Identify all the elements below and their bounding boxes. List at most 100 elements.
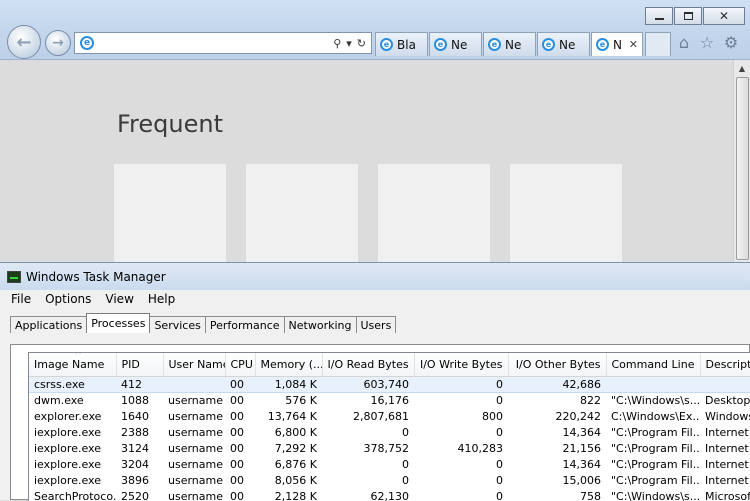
tools-button[interactable]: ⚙ [721,32,741,52]
table-row[interactable]: iexplore.exe 3896 username 00 8,056 K 0 … [29,472,750,488]
browser-tab[interactable]: e Bla [375,32,428,56]
processes-panel: Image Name PID User Name CPU Memory (...… [10,344,750,501]
cell-command-line: "C:\Program Fil... [611,457,700,471]
browser-tab[interactable]: e Ne [483,32,536,56]
column-header-user-name[interactable]: User Name [163,353,226,377]
menu-options[interactable]: Options [38,292,98,306]
scroll-up-icon[interactable]: ▲ [734,60,750,76]
browser-tab-active[interactable]: e N ✕ [591,32,643,56]
column-header-pid[interactable]: PID [116,353,164,377]
ie-logo-icon: e [80,36,94,50]
column-header-cpu[interactable]: CPU [225,353,256,377]
table-row[interactable]: iexplore.exe 3124 username 00 7,292 K 37… [29,440,750,456]
menu-view[interactable]: View [98,292,140,306]
cell-pid: 2388 [121,425,149,439]
column-header-io-read[interactable]: I/O Read Bytes [322,353,415,377]
tab-favicon-icon: e [596,38,609,51]
column-header-io-other[interactable]: I/O Other Bytes [508,353,607,377]
table-row[interactable]: iexplore.exe 3204 username 00 6,876 K 0 … [29,456,750,472]
refresh-icon[interactable]: ↻ [357,37,366,50]
cell-image-name: SearchProtoco... [34,489,116,501]
menu-help[interactable]: Help [141,292,182,306]
column-header-command-line[interactable]: Command Line [606,353,701,377]
cell-io-read: 0 [402,425,409,439]
cell-io-other: 14,364 [562,457,602,471]
minimize-button[interactable] [645,7,673,25]
cell-description: Internet E [705,425,750,439]
tab-favicon-icon: e [488,38,501,51]
cell-memory: 6,800 K [274,425,317,439]
table-row[interactable]: csrss.exe 412 00 1,084 K 603,740 0 42,68… [29,375,750,393]
table-row[interactable]: dwm.exe 1088 username 00 576 K 16,176 0 … [29,392,750,408]
tab-performance[interactable]: Performance [204,316,285,333]
tab-services[interactable]: Services [149,316,206,333]
cell-cpu: 00 [230,425,244,439]
task-manager-icon [7,270,21,283]
browser-vertical-scrollbar[interactable]: ▲ [733,60,750,262]
browser-tab[interactable]: e Ne [537,32,590,56]
home-button[interactable]: ⌂ [674,32,694,52]
cell-io-read: 62,130 [370,489,410,501]
browser-window: ✕ ← → e ⚲ ▾ ↻ e Bla e Ne e Ne e Ne e N ✕… [0,0,750,262]
table-row[interactable]: explorer.exe 1640 username 00 13,764 K 2… [29,408,750,424]
tab-close-icon[interactable]: ✕ [629,38,638,51]
tab-favicon-icon: e [542,38,555,51]
scrollbar-thumb[interactable] [736,77,749,260]
menu-file[interactable]: File [4,292,38,306]
back-button[interactable]: ← [7,25,41,59]
cell-description: Desktop W [705,393,750,407]
cell-cpu: 00 [230,473,244,487]
back-arrow-icon: ← [16,31,32,53]
browser-tab-label: Ne [505,37,522,52]
cell-io-other: 220,242 [555,409,602,423]
table-row[interactable]: SearchProtoco... 2520 username 00 2,128 … [29,488,750,501]
forward-button[interactable]: → [45,30,71,56]
column-header-memory[interactable]: Memory (... [255,353,323,377]
cell-memory: 576 K [285,393,317,407]
cell-description: Windows E [705,409,750,423]
column-header-image-name[interactable]: Image Name [29,353,117,377]
column-header-io-write[interactable]: I/O Write Bytes [414,353,509,377]
close-icon: ✕ [718,9,730,23]
tab-processes[interactable]: Processes [86,313,151,333]
close-button[interactable]: ✕ [703,7,745,25]
cell-description [700,375,750,393]
cell-io-write: 800 [482,409,503,423]
frequent-site-tile[interactable] [510,164,622,262]
address-input[interactable] [98,34,334,52]
cell-description: Microsoft [705,489,750,501]
browser-window-controls: ✕ [644,7,745,25]
tab-applications[interactable]: Applications [10,316,88,333]
tab-users[interactable]: Users [355,316,397,333]
table-row[interactable]: iexplore.exe 2388 username 00 6,800 K 0 … [29,424,750,440]
process-list[interactable]: Image Name PID User Name CPU Memory (...… [28,352,750,501]
dropdown-arrow-icon[interactable]: ▾ [346,37,352,50]
browser-tab-label: Ne [559,37,576,52]
cell-memory: 8,056 K [274,473,317,487]
minimize-icon [654,18,664,20]
browser-tab[interactable]: e Ne [429,32,482,56]
favorites-button[interactable]: ☆ [697,32,717,52]
browser-tab-label: Ne [451,37,468,52]
cell-user-name: username [168,409,223,423]
column-header-description[interactable]: Description [700,353,750,377]
cell-io-write: 410,283 [457,441,504,455]
browser-tab-strip: e Bla e Ne e Ne e Ne e N ✕ [375,32,671,56]
maximize-button[interactable] [674,7,702,25]
tab-networking[interactable]: Networking [283,316,357,333]
new-tab-button[interactable] [645,32,671,56]
cell-description: Internet E [705,441,750,455]
cell-io-other: 21,156 [562,441,602,455]
frequent-site-tile[interactable] [114,164,226,262]
frequent-site-tile[interactable] [378,164,490,262]
browser-toolbar: ✕ ← → e ⚲ ▾ ↻ e Bla e Ne e Ne e Ne e N ✕… [0,0,750,60]
frequent-site-tile[interactable] [246,164,358,262]
search-icon[interactable]: ⚲ [333,37,341,50]
cell-cpu: 00 [230,409,244,423]
cell-image-name: csrss.exe [29,375,116,393]
cell-command-line [606,375,700,393]
cell-user-name: username [168,441,223,455]
cell-pid: 3896 [121,473,149,487]
cell-command-line: "C:\Program Fil... [611,441,700,455]
cell-memory: 13,764 K [267,409,317,423]
